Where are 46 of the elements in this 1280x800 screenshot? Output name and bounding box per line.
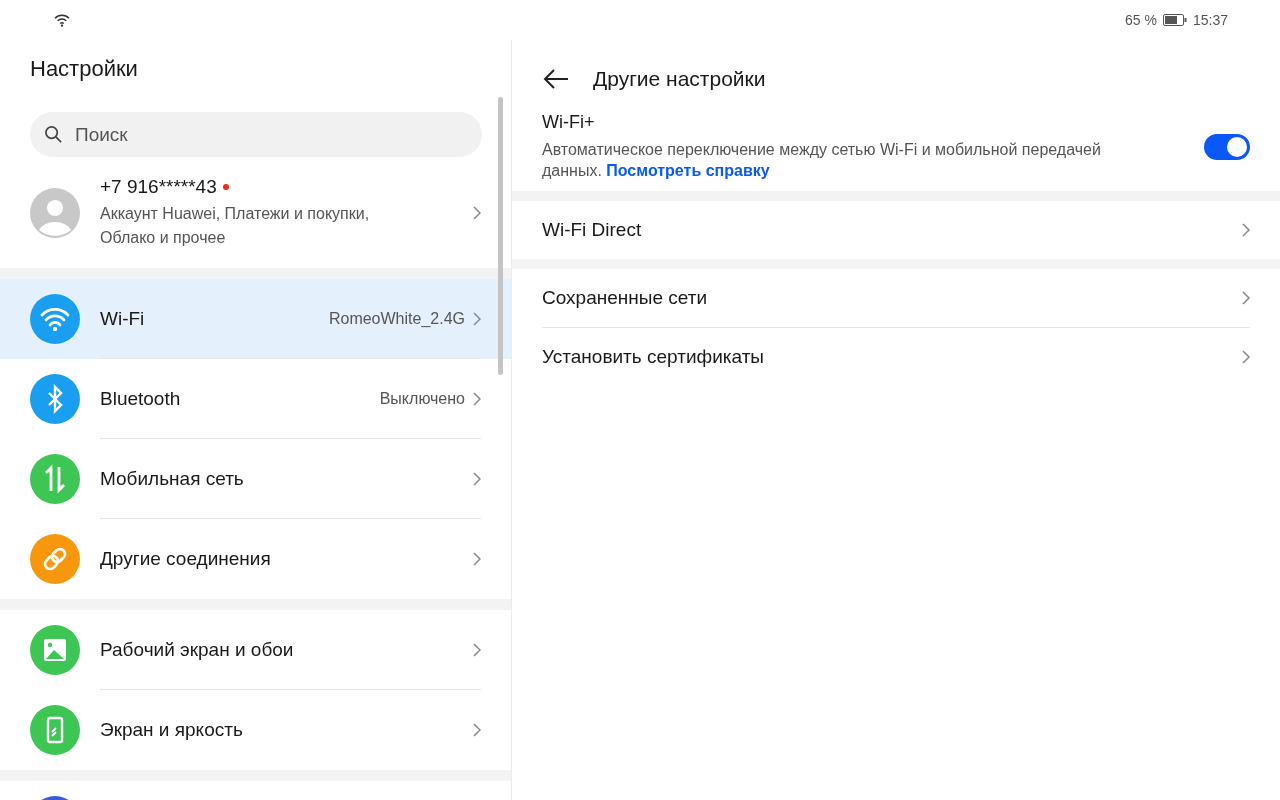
- settings-title: Настройки: [29, 55, 139, 83]
- clock-time: 15:37: [1192, 12, 1228, 28]
- chevron-icon: [1242, 291, 1250, 305]
- back-arrow-icon[interactable]: [543, 69, 569, 89]
- help-link[interactable]: Посмотреть справку: [606, 162, 770, 179]
- item-label: Экран и яркость: [100, 719, 244, 741]
- chevron-icon: [473, 205, 481, 220]
- item-label: Другие соединения: [100, 548, 272, 570]
- settings-item[interactable]: Рабочий экран и обои: [0, 610, 511, 690]
- item-label: Сохраненные сети: [542, 287, 708, 309]
- settings-item[interactable]: Другие соединения: [0, 519, 511, 599]
- chevron-icon: [473, 552, 481, 566]
- settings-item[interactable]: Wi-Fi RomeoWhite_2.4G: [0, 279, 511, 359]
- settings-item[interactable]: Установить сертификаты: [542, 328, 1250, 386]
- settings-item[interactable]: Bluetooth Выключено: [0, 359, 511, 439]
- account-description: Аккаунт Huawei, Платежи и покупки, Облако и прочее: [100, 203, 371, 248]
- setting-title: Wi-Fi+: [542, 112, 596, 133]
- chevron-icon: [473, 723, 481, 737]
- avatar-icon: [30, 187, 80, 238]
- page-title: Другие настройки: [593, 67, 766, 91]
- item-label: Wi-Fi Direct: [542, 219, 643, 241]
- chevron-icon: [473, 642, 481, 657]
- chevron-icon: [473, 311, 481, 326]
- chevron-icon: [1242, 223, 1250, 237]
- item-value: RomeoWhite_2.4G: [328, 309, 465, 328]
- settings-item[interactable]: Экран и яркость: [0, 690, 511, 770]
- toggle-switch[interactable]: [1204, 133, 1250, 160]
- item-label: Установить сертификаты: [542, 346, 766, 368]
- battery-icon: [1162, 14, 1187, 26]
- item-label: Wi-Fi: [100, 307, 146, 330]
- wifi-icon: [53, 13, 71, 27]
- chevron-icon: [1242, 350, 1250, 364]
- item-label: Мобильная сеть: [100, 467, 245, 490]
- account-row[interactable]: +7 916*****43 Аккаунт Huawei, Платежи и покупки, Облако и прочее: [0, 157, 511, 268]
- item-label: Bluetooth: [100, 387, 182, 410]
- item-value: Выключено: [379, 389, 465, 408]
- settings-item[interactable]: Сохраненные сети: [542, 269, 1250, 328]
- search-field[interactable]: Поиск: [30, 112, 482, 157]
- battery-percent: 65 %: [1125, 12, 1157, 28]
- item-label: Рабочий экран и обои: [100, 638, 295, 661]
- setting-description: Автоматическое переключение между сетью Wi-Fi и мобильной передачей данных. Посмотреть справку: [542, 140, 1102, 181]
- settings-item[interactable]: Мобильная сеть: [0, 439, 511, 519]
- account-phone: +7 916*****43: [100, 175, 217, 198]
- chevron-icon: [473, 391, 481, 406]
- settings-item[interactable]: Wi-Fi Direct: [542, 201, 1250, 259]
- chevron-icon: [473, 471, 481, 486]
